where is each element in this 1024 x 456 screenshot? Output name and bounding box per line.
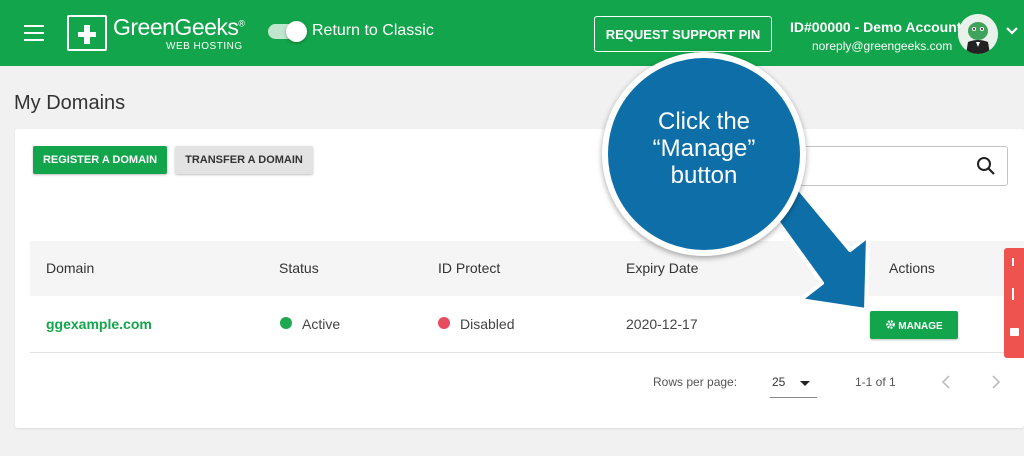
cart-icon <box>1010 258 1019 336</box>
dropdown-arrow-icon <box>800 381 810 386</box>
domain-link[interactable]: ggexample.com <box>46 316 152 332</box>
request-support-pin-button[interactable]: REQUEST SUPPORT PIN <box>594 16 772 52</box>
column-header-id-protect[interactable]: ID Protect <box>438 260 500 276</box>
callout-line-1: Click the <box>657 108 751 135</box>
rows-per-page-value: 25 <box>772 375 786 389</box>
chevron-down-icon[interactable] <box>1005 25 1019 37</box>
manage-button[interactable]: MANAGE <box>870 311 958 339</box>
avatar[interactable] <box>958 14 998 54</box>
column-header-actions: Actions <box>889 260 935 276</box>
expiry-date-value: 2020-12-17 <box>626 316 698 332</box>
account-email: noreply@greengeeks.com <box>812 39 953 53</box>
next-page-icon[interactable] <box>988 372 1004 392</box>
rows-per-page-label: Rows per page: <box>653 375 738 389</box>
id-protect-disabled-dot <box>438 317 450 329</box>
column-header-status[interactable]: Status <box>279 260 319 276</box>
row-divider <box>30 352 1010 353</box>
register-domain-button[interactable]: REGISTER A DOMAIN <box>33 146 167 174</box>
manage-button-label: MANAGE <box>898 320 943 332</box>
page-title: My Domains <box>14 92 126 114</box>
greengeeks-logo-icon[interactable] <box>67 15 107 51</box>
account-name: ID#00000 - Demo Account <box>790 19 962 35</box>
status-value: Active <box>302 316 341 332</box>
column-header-domain[interactable]: Domain <box>46 260 94 276</box>
gear-icon <box>886 319 896 329</box>
search-icon[interactable] <box>976 156 996 176</box>
hamburger-menu-icon[interactable] <box>24 25 44 41</box>
transfer-domain-button[interactable]: TRANSFER A DOMAIN <box>175 146 313 174</box>
rows-per-page-select[interactable]: 25 <box>770 371 817 398</box>
return-to-classic-label: Return to Classic <box>312 22 434 39</box>
callout-line-3: button <box>670 162 738 189</box>
status-active-dot <box>280 317 292 329</box>
callout-line-2: “Manage” <box>652 135 756 162</box>
feedback-side-tab[interactable] <box>1004 248 1024 358</box>
logo-subtext: WEB HOSTING <box>166 41 243 52</box>
column-header-expiry-date[interactable]: Expiry Date <box>626 260 698 276</box>
logo-text[interactable]: GreenGeeks® <box>113 14 245 41</box>
id-protect-value: Disabled <box>460 316 515 332</box>
previous-page-icon[interactable] <box>938 372 954 392</box>
callout-text: Click the “Manage” button <box>602 108 806 189</box>
return-to-classic-toggle[interactable] <box>268 21 307 42</box>
pagination-range: 1-1 of 1 <box>855 375 896 389</box>
table-header <box>30 241 1024 296</box>
